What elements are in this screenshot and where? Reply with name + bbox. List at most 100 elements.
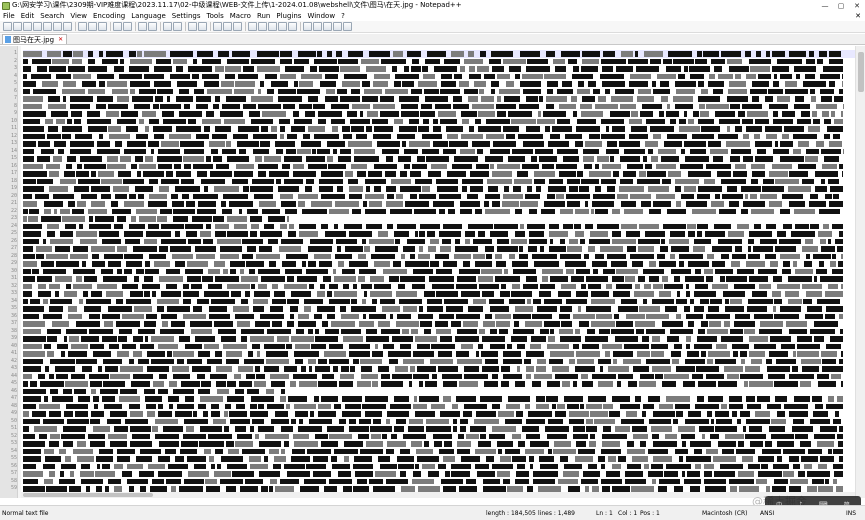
- code-line[interactable]: [23, 418, 855, 426]
- code-line[interactable]: [23, 110, 855, 118]
- function-list-icon[interactable]: [268, 22, 277, 31]
- menu-macro[interactable]: Macro: [227, 11, 254, 21]
- code-line[interactable]: [23, 380, 855, 388]
- code-line[interactable]: [23, 433, 855, 441]
- code-line[interactable]: [23, 275, 855, 283]
- code-line[interactable]: [23, 88, 855, 96]
- code-line[interactable]: [23, 140, 855, 148]
- code-line[interactable]: [23, 95, 855, 103]
- code-line[interactable]: [23, 358, 855, 366]
- code-line[interactable]: [23, 403, 855, 411]
- menu-help[interactable]: ?: [338, 11, 348, 21]
- code-line[interactable]: [23, 388, 855, 396]
- code-line[interactable]: [23, 328, 855, 336]
- code-line[interactable]: [23, 223, 855, 231]
- undo-icon[interactable]: [113, 22, 122, 31]
- play-macro-icon[interactable]: [323, 22, 332, 31]
- status-eol[interactable]: Macintosh (CR): [702, 510, 748, 517]
- code-line[interactable]: [23, 470, 855, 478]
- code-line[interactable]: [23, 478, 855, 486]
- code-line[interactable]: [23, 73, 855, 81]
- code-line[interactable]: [23, 425, 855, 433]
- new-file-icon[interactable]: [3, 22, 12, 31]
- sync-horizontal-icon[interactable]: [198, 22, 207, 31]
- tab-image-file[interactable]: 图马在天.jpg ✕: [2, 34, 68, 44]
- print-icon[interactable]: [63, 22, 72, 31]
- code-line[interactable]: [23, 440, 855, 448]
- binary-text-content[interactable]: [23, 50, 855, 493]
- code-line[interactable]: [23, 313, 855, 321]
- replace-icon[interactable]: [148, 22, 157, 31]
- code-line[interactable]: [23, 200, 855, 208]
- code-line[interactable]: [23, 125, 855, 133]
- code-line[interactable]: [23, 365, 855, 373]
- code-line[interactable]: [23, 305, 855, 313]
- menu-window[interactable]: Window: [304, 11, 338, 21]
- code-line[interactable]: [23, 260, 855, 268]
- menu-encoding[interactable]: Encoding: [90, 11, 128, 21]
- horizontal-scrollbar[interactable]: [21, 492, 855, 498]
- paste-icon[interactable]: [98, 22, 107, 31]
- code-line[interactable]: [23, 245, 855, 253]
- sync-vertical-icon[interactable]: [188, 22, 197, 31]
- code-line[interactable]: [23, 320, 855, 328]
- code-line[interactable]: [23, 58, 855, 66]
- code-line[interactable]: [23, 118, 855, 126]
- code-line[interactable]: [23, 448, 855, 456]
- menu-run[interactable]: Run: [254, 11, 273, 21]
- code-line[interactable]: [23, 298, 855, 306]
- code-line[interactable]: [23, 230, 855, 238]
- play-multiple-macro-icon[interactable]: [333, 22, 342, 31]
- code-line[interactable]: [23, 80, 855, 88]
- code-line[interactable]: [23, 290, 855, 298]
- tab-close-icon[interactable]: ✕: [58, 36, 63, 44]
- code-line[interactable]: [23, 65, 855, 73]
- code-line[interactable]: [23, 253, 855, 261]
- menu-settings[interactable]: Settings: [169, 11, 204, 21]
- vertical-scroll-thumb[interactable]: [858, 52, 864, 92]
- save-all-icon[interactable]: [33, 22, 42, 31]
- show-all-chars-icon[interactable]: [223, 22, 232, 31]
- menu-language[interactable]: Language: [128, 11, 169, 21]
- redo-icon[interactable]: [123, 22, 132, 31]
- close-all-icon[interactable]: [53, 22, 62, 31]
- menu-file[interactable]: File: [0, 11, 18, 21]
- minimize-button[interactable]: —: [817, 0, 833, 11]
- code-line[interactable]: [23, 268, 855, 276]
- code-line[interactable]: [23, 148, 855, 156]
- code-line[interactable]: [23, 133, 855, 141]
- code-line[interactable]: [23, 335, 855, 343]
- word-wrap-icon[interactable]: [213, 22, 222, 31]
- close-file-icon[interactable]: [43, 22, 52, 31]
- code-line[interactable]: [23, 155, 855, 163]
- code-line[interactable]: [23, 410, 855, 418]
- code-line[interactable]: [23, 103, 855, 111]
- monitor-icon[interactable]: [288, 22, 297, 31]
- copy-icon[interactable]: [88, 22, 97, 31]
- status-encoding[interactable]: ANSI: [760, 510, 774, 517]
- code-line[interactable]: [23, 163, 855, 171]
- code-line[interactable]: [23, 395, 855, 403]
- code-line[interactable]: [23, 50, 855, 58]
- find-icon[interactable]: [138, 22, 147, 31]
- horizontal-scroll-thumb[interactable]: [23, 493, 153, 497]
- vertical-scrollbar[interactable]: [855, 46, 865, 498]
- code-line[interactable]: [23, 215, 855, 223]
- zoom-out-icon[interactable]: [173, 22, 182, 31]
- code-line[interactable]: [23, 208, 855, 216]
- record-macro-icon[interactable]: [303, 22, 312, 31]
- indent-guide-icon[interactable]: [233, 22, 242, 31]
- stop-macro-icon[interactable]: [313, 22, 322, 31]
- save-icon[interactable]: [23, 22, 32, 31]
- doc-map-icon[interactable]: [258, 22, 267, 31]
- menu-search[interactable]: Search: [37, 11, 67, 21]
- code-line[interactable]: [23, 455, 855, 463]
- udl-icon[interactable]: [248, 22, 257, 31]
- menu-plugins[interactable]: Plugins: [273, 11, 304, 21]
- maximize-button[interactable]: ▢: [833, 0, 849, 11]
- close-document-button[interactable]: ✕: [851, 12, 865, 20]
- zoom-in-icon[interactable]: [163, 22, 172, 31]
- code-line[interactable]: [23, 185, 855, 193]
- code-line[interactable]: [23, 238, 855, 246]
- folder-workspace-icon[interactable]: [278, 22, 287, 31]
